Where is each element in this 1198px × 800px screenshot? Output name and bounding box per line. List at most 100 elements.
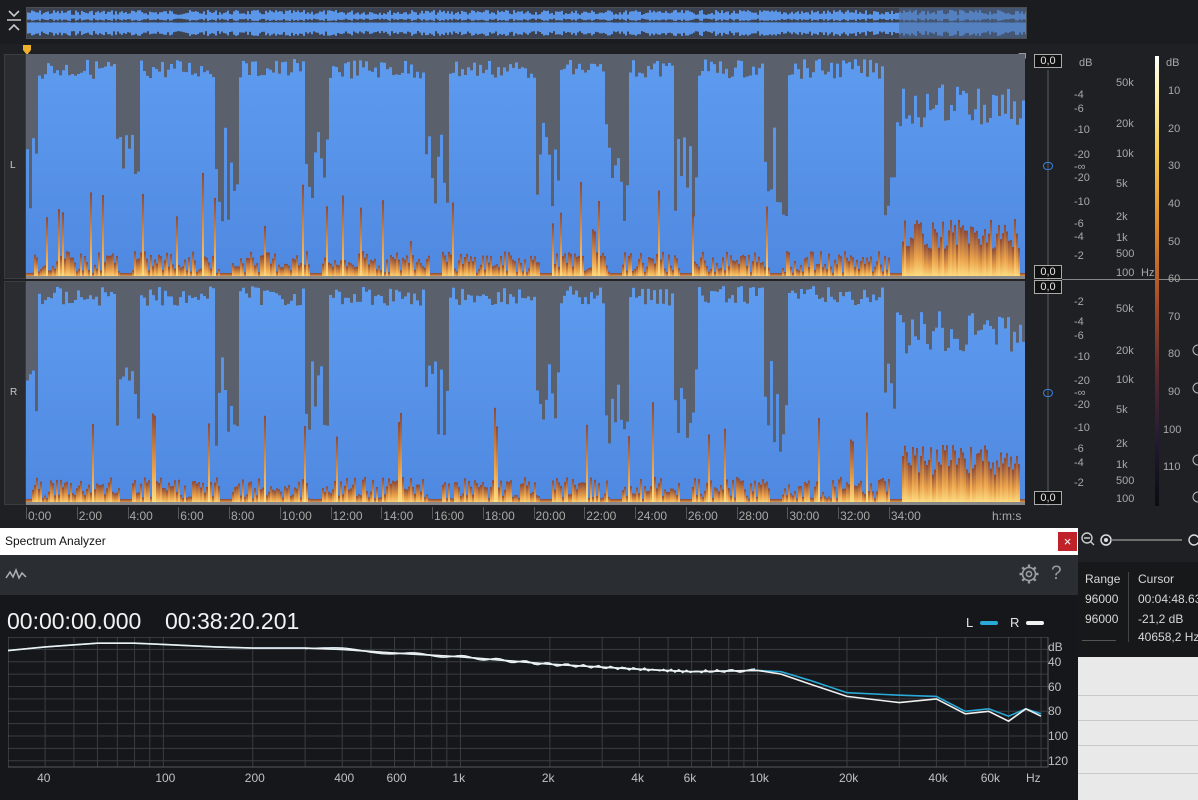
time-ruler-label: 22:00 [586, 509, 617, 523]
spectrum-analyzer-titlebar[interactable] [0, 528, 1078, 555]
time-ruler-tick [229, 507, 231, 519]
y-axis-tick-label: 80 [1048, 704, 1062, 719]
colorbar-label: 30 [1168, 160, 1181, 172]
x-axis-tick-label: 100 [155, 771, 176, 785]
x-axis-tick-label: 20k [838, 771, 859, 785]
info-cursor-value: 00:04:48.63 [1138, 592, 1198, 606]
analysis-end-time: 00:38:20.201 [165, 608, 300, 634]
hz-scale-label: 50k [1116, 303, 1134, 315]
horizontal-zoom-controls[interactable] [1078, 528, 1198, 552]
time-ruler-label: 34:00 [890, 509, 921, 523]
legend-label-r: R [1010, 615, 1020, 630]
time-ruler[interactable] [26, 505, 1025, 527]
analysis-start-time: 00:00:00.000 [7, 608, 142, 634]
time-ruler-label: 8:00 [231, 509, 255, 523]
hz-scale-label: 10k [1116, 374, 1134, 386]
time-ruler-tick [330, 507, 332, 519]
db-scale-label: -6 [1074, 330, 1084, 342]
db-scale-label: -2 [1074, 296, 1084, 308]
time-ruler-tick [584, 507, 586, 519]
channel-l-fader-knob[interactable] [1043, 162, 1053, 170]
colorbar-label: 20 [1168, 123, 1181, 135]
time-ruler-tick [76, 507, 78, 519]
colorbar-label: 40 [1168, 198, 1181, 210]
time-ruler-tick [381, 507, 383, 519]
y-axis-tick-label: 100 [1048, 729, 1069, 744]
time-ruler-tick [888, 507, 890, 519]
time-ruler-label: 26:00 [687, 509, 718, 523]
y-axis-tick-label: 120 [1048, 753, 1069, 768]
gear-icon[interactable] [1018, 563, 1040, 585]
time-ruler-label: 0:00 [28, 509, 52, 523]
x-axis-tick-label: 4k [631, 771, 644, 785]
db-scale-label: -10 [1074, 422, 1090, 434]
db-scale-label: -4 [1074, 231, 1084, 243]
hz-scale-label: 1k [1116, 232, 1128, 244]
help-button[interactable]: ? [1051, 563, 1062, 585]
waveform-icon[interactable] [5, 566, 27, 582]
info-cursor-value: 40658,2 Hz [1138, 630, 1198, 644]
time-ruler-label: 10:00 [281, 509, 312, 523]
hz-scale-label: 10k [1116, 148, 1134, 160]
colorbar-unit: dB [1166, 57, 1180, 69]
channel-r-fader-knob[interactable] [1043, 389, 1053, 397]
hz-scale-label: 100 [1116, 493, 1135, 505]
colorbar-label: 50 [1168, 236, 1181, 248]
spectrum-plot[interactable] [8, 637, 1078, 775]
time-ruler-tick [787, 507, 789, 519]
info-cursor-header: Cursor [1138, 572, 1175, 586]
time-ruler-label: 28:00 [738, 509, 769, 523]
channel-label-r: R [10, 387, 18, 398]
hz-scale-label: 500 [1116, 475, 1135, 487]
info-range-value: 96000 [1085, 592, 1119, 606]
time-ruler-tick [533, 507, 535, 519]
zoom-out-icon [1081, 532, 1095, 546]
time-ruler-label: 2:00 [78, 509, 103, 523]
collapse-vertical-icon[interactable] [5, 8, 23, 34]
db-scale-label: -∞ [1074, 387, 1086, 399]
time-ruler-tick [26, 507, 27, 519]
overview-waveform-strip[interactable] [26, 7, 1027, 39]
hz-scale-label: 500 [1116, 248, 1135, 260]
time-ruler-tick [736, 507, 738, 519]
x-axis-tick-label: 2k [541, 771, 555, 785]
time-ruler-label: 24:00 [637, 509, 668, 523]
info-range-header: Range [1085, 572, 1121, 586]
list-divider [1078, 695, 1198, 696]
list-divider [1078, 745, 1198, 746]
time-ruler-label: 12:00 [332, 509, 363, 523]
time-ruler-tick [685, 507, 687, 519]
legend-swatch-r [1026, 621, 1044, 625]
time-ruler-tick [432, 507, 434, 519]
colorbar-label: 70 [1168, 311, 1181, 323]
colorbar-label: 10 [1168, 85, 1181, 97]
close-button[interactable]: × [1058, 532, 1077, 551]
list-divider [1078, 773, 1198, 774]
time-ruler-label: 32:00 [840, 509, 871, 523]
spectrum-analyzer-title: Spectrum Analyzer [5, 534, 106, 548]
info-separator [1128, 572, 1129, 642]
time-ruler-tick [279, 507, 281, 519]
channel-label-l: L [10, 160, 16, 171]
time-ruler-label: 14:00 [383, 509, 414, 523]
db-scale-label: -4 [1074, 89, 1084, 101]
db-scale-label: -4 [1074, 457, 1084, 469]
hz-scale-label: 2k [1116, 438, 1128, 450]
y-axis-tick-label: 60 [1048, 679, 1062, 694]
time-ruler-label: 18:00 [484, 509, 515, 523]
db-scale-label: -20 [1074, 375, 1090, 387]
time-ruler-tick [635, 507, 637, 519]
channel-r-level-bottom: 0,0 [1034, 491, 1062, 505]
spectrum-analyzer-toolbar [0, 555, 1078, 595]
colorbar-label: 110 [1163, 461, 1181, 473]
db-scale-label: -10 [1074, 351, 1090, 363]
x-axis-tick-label: 60k [980, 771, 1001, 785]
right-panel-list[interactable] [1078, 657, 1198, 800]
legend-swatch-l [980, 621, 998, 625]
y-axis-tick-label: dB [1048, 640, 1063, 654]
spectrogram-view[interactable] [26, 54, 1025, 505]
right-edge-controls[interactable] [1190, 340, 1198, 540]
x-axis-tick-label: 10k [749, 771, 769, 785]
info-underline [1082, 640, 1116, 641]
db-scale-label: -6 [1074, 218, 1084, 230]
